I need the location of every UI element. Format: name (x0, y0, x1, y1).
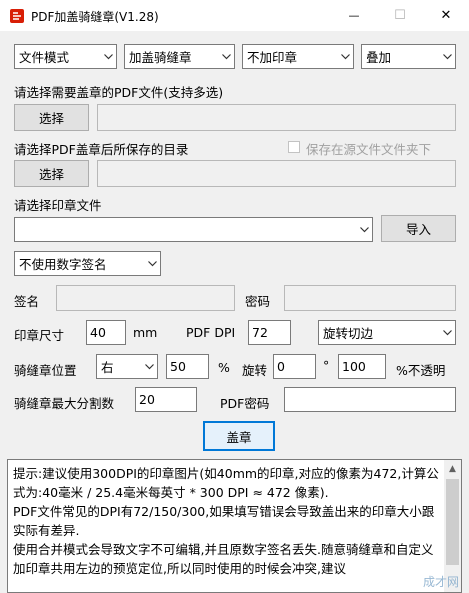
close-icon: ✕ (440, 8, 452, 23)
chevron-down-icon (141, 355, 157, 378)
chevron-down-icon (100, 45, 116, 68)
tips-text: 提示:建议使用300DPI的印章图片(如40mm的印章,对应的像素为472,计算… (13, 464, 445, 578)
title-bar: PDF加盖骑缝章(V1.28) — ☐ ✕ (0, 0, 469, 31)
signer-label: 签名 (14, 294, 40, 309)
stamp-size-unit: mm (133, 325, 158, 340)
seam-percent-input[interactable]: 50 (166, 354, 209, 379)
select-pdf-button[interactable]: 选择 (14, 104, 89, 131)
tips-line: 使用合并模式会导致文字不可编辑,并且原数字签名丢失.随意骑缝章和自定义加印章共用… (13, 542, 434, 576)
stamp-button[interactable]: 盖章 (203, 421, 275, 451)
minimize-button[interactable]: — (331, 0, 377, 31)
password-field[interactable] (284, 285, 456, 311)
pdf-password-input[interactable] (284, 387, 456, 412)
save-in-source-label: 保存在源文件文件夹下 (306, 142, 432, 157)
scroll-up-icon[interactable]: ▲ (444, 460, 461, 477)
signer-field[interactable] (56, 285, 235, 311)
chevron-down-icon (356, 218, 372, 241)
opacity-label: %不透明 (396, 363, 446, 378)
max-split-label: 骑缝章最大分割数 (14, 396, 115, 411)
pdf-app-icon (9, 8, 25, 24)
degree-sign: ° (323, 358, 330, 373)
stamp-size-label: 印章尺寸 (14, 328, 65, 343)
scroll-thumb[interactable] (446, 479, 459, 565)
output-dir-label: 请选择PDF盖章后所保存的目录 (14, 142, 189, 157)
digital-signature-select[interactable]: 不使用数字签名 (14, 251, 161, 276)
rotate-mode-select[interactable]: 旋转切边 (318, 320, 456, 345)
select-output-dir-button[interactable]: 选择 (14, 160, 89, 187)
window-title: PDF加盖骑缝章(V1.28) (31, 10, 159, 24)
rotate-input[interactable]: 0 (273, 354, 316, 379)
stamp-file-select[interactable] (14, 217, 373, 242)
chevron-down-icon (439, 45, 455, 68)
pdf-password-label: PDF密码 (220, 396, 270, 411)
mode-select[interactable]: 文件模式 (14, 44, 117, 69)
pdf-dpi-input[interactable]: 72 (248, 320, 291, 345)
password-label: 密码 (245, 294, 271, 309)
opacity-input[interactable]: 100 (338, 354, 386, 379)
seam-percent-sign: % (218, 360, 230, 375)
stamp-type-select[interactable]: 加盖骑缝章 (124, 44, 235, 69)
pdf-path-field[interactable] (97, 104, 456, 131)
tips-textarea[interactable]: 提示:建议使用300DPI的印章图片(如40mm的印章,对应的像素为472,计算… (7, 459, 462, 593)
output-dir-field[interactable] (97, 160, 456, 187)
import-stamp-button[interactable]: 导入 (381, 215, 456, 242)
stamp-size-input[interactable]: 40 (86, 320, 126, 345)
rotate-label: 旋转 (242, 363, 268, 378)
tips-line: PDF文件常见的DPI有72/150/300,如果填写错误会导致盖出来的印章大小… (13, 504, 435, 538)
overlay-select[interactable]: 叠加 (361, 44, 456, 69)
chevron-down-icon (144, 252, 160, 275)
seam-position-label: 骑缝章位置 (14, 363, 77, 378)
save-in-source-checkbox[interactable] (288, 141, 300, 153)
watermark-text: 成才网 (422, 575, 459, 589)
chevron-down-icon (439, 321, 455, 344)
minimize-icon: — (348, 9, 360, 22)
maximize-button[interactable]: ☐ (377, 0, 423, 31)
maximize-icon: ☐ (394, 8, 406, 23)
stamp-file-label: 请选择印章文件 (14, 198, 102, 213)
max-split-input[interactable]: 20 (135, 387, 197, 412)
stamp-option-select[interactable]: 不加印章 (242, 44, 354, 69)
seam-side-select[interactable]: 右 (96, 354, 158, 379)
pdf-select-label: 请选择需要盖章的PDF文件(支持多选) (14, 85, 224, 100)
close-button[interactable]: ✕ (423, 0, 469, 31)
pdf-dpi-label: PDF DPI (186, 325, 236, 340)
chevron-down-icon (337, 45, 353, 68)
tips-line: 提示:建议使用300DPI的印章图片(如40mm的印章,对应的像素为472,计算… (13, 466, 439, 500)
chevron-down-icon (218, 45, 234, 68)
